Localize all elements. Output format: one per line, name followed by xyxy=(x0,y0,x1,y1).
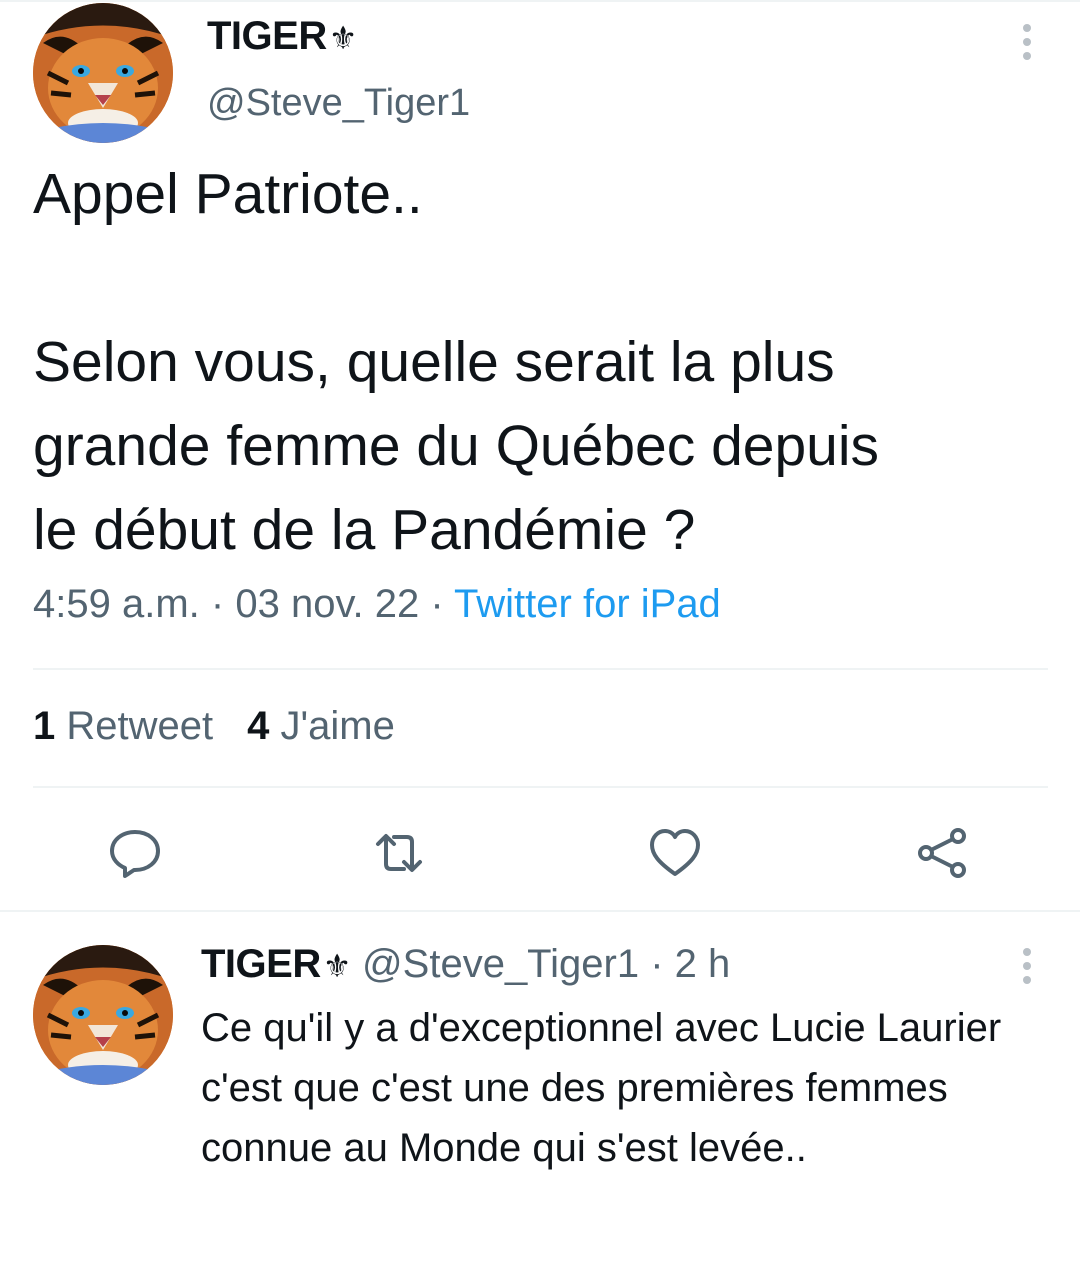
like-count: 4 xyxy=(247,704,270,748)
like-button[interactable] xyxy=(648,826,702,880)
retweet-count: 1 xyxy=(33,704,56,748)
tiger-avatar-image xyxy=(33,3,173,143)
top-divider xyxy=(0,0,1080,2)
retweet-button[interactable] xyxy=(372,826,426,880)
user-handle[interactable]: @Steve_Tiger1 xyxy=(207,82,470,125)
likes-stat[interactable]: 4 J'aime xyxy=(247,704,395,748)
tweet-stats: 1 Retweet 4 J'aime xyxy=(33,704,395,749)
fleur-de-lis-icon: ⚜ xyxy=(328,20,358,56)
reply-avatar[interactable] xyxy=(33,945,173,1085)
avatar[interactable] xyxy=(33,3,173,143)
divider xyxy=(33,786,1048,788)
like-label: J'aime xyxy=(280,704,395,748)
fleur-de-lis-icon: ⚜ xyxy=(322,948,352,984)
reply-header: TIGER⚜ @Steve_Tiger1 · 2 h xyxy=(201,942,730,987)
display-name-text: TIGER xyxy=(207,14,327,58)
meta-separator: · xyxy=(430,582,444,626)
reply-button[interactable] xyxy=(108,826,162,880)
meta-separator: · xyxy=(650,942,664,986)
share-button[interactable] xyxy=(916,826,970,880)
tweet-date[interactable]: 03 nov. 22 xyxy=(235,582,419,626)
tweet-text: Appel Patriote.. Selon vous, quelle sera… xyxy=(33,162,880,562)
reply-display-name-text: TIGER xyxy=(201,942,321,986)
section-divider xyxy=(0,910,1080,912)
tiger-avatar-image xyxy=(33,945,173,1085)
share-icon xyxy=(918,828,966,878)
more-options-icon[interactable] xyxy=(1017,20,1037,64)
tweet-time[interactable]: 4:59 a.m. xyxy=(33,582,200,626)
display-name[interactable]: TIGER⚜ xyxy=(207,14,357,59)
like-icon xyxy=(650,829,700,876)
retweets-stat[interactable]: 1 Retweet xyxy=(33,704,213,748)
tweet-metadata: 4:59 a.m. · 03 nov. 22 · Twitter for iPa… xyxy=(33,582,721,627)
divider xyxy=(33,668,1048,670)
retweet-icon xyxy=(376,834,422,872)
meta-separator: · xyxy=(210,582,225,626)
tweet-source-link[interactable]: Twitter for iPad xyxy=(454,582,721,626)
reply-time[interactable]: 2 h xyxy=(675,942,731,986)
reply-more-options-icon[interactable] xyxy=(1017,944,1037,988)
reply-handle[interactable]: @Steve_Tiger1 xyxy=(362,942,639,986)
retweet-label: Retweet xyxy=(66,704,214,748)
reply-icon xyxy=(110,830,160,878)
reply-text: Ce qu'il y a d'exceptionnel avec Lucie L… xyxy=(201,1006,1002,1170)
reply-display-name[interactable]: TIGER⚜ xyxy=(201,942,351,986)
